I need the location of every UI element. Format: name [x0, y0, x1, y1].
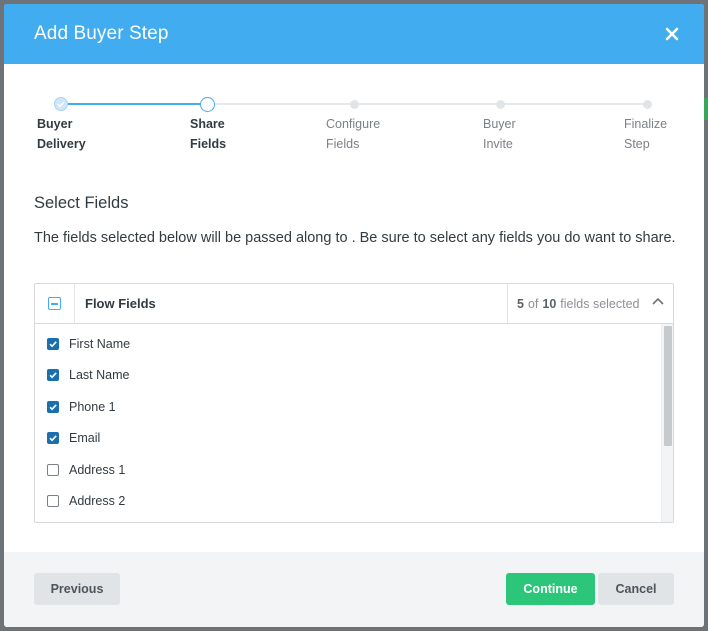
step-dot: [495, 99, 505, 109]
cancel-button[interactable]: Cancel: [598, 573, 674, 605]
field-label: First Name: [69, 337, 131, 351]
checkbox-checked[interactable]: [47, 369, 59, 381]
selected-suffix: fields selected: [560, 296, 640, 311]
field-label: Address 1: [69, 463, 126, 477]
step-label-buyer-delivery: Buyer Delivery: [37, 117, 86, 151]
background-green-strip: [704, 98, 708, 120]
step-label-configure-fields: Configure Fields: [326, 117, 381, 151]
step-dot: [349, 99, 359, 109]
step-label-buyer-invite: Buyer Invite: [483, 117, 516, 151]
selected-count-summary: 5 of 10 fields selected: [507, 284, 673, 323]
field-label: Address 2: [69, 494, 126, 508]
field-row[interactable]: Address 1: [47, 460, 125, 480]
checkbox-unchecked[interactable]: [47, 495, 59, 507]
step-label-finalize-step: Finalize Step: [624, 117, 668, 151]
field-label: Last Name: [69, 368, 130, 382]
checkbox-checked[interactable]: [47, 338, 59, 350]
checkbox-unchecked[interactable]: [47, 464, 59, 476]
step-current-dot: [200, 96, 215, 112]
progress-stepper: Buyer Delivery Share Fields Configure Field…: [4, 64, 704, 184]
add-buyer-step-modal: Add Buyer Step Buyer Delivery Share Fields…: [4, 4, 704, 627]
section-description: The fields selected below will be passed…: [34, 230, 676, 246]
field-list-scrollbar[interactable]: [661, 324, 673, 522]
flow-fields-panel: Flow Fields 5 of 10 fields selected Firs…: [34, 283, 674, 523]
checkbox-checked[interactable]: [47, 432, 59, 444]
step-connector: [504, 103, 648, 105]
step-dot: [642, 99, 652, 109]
field-row[interactable]: Phone 1: [47, 397, 116, 417]
fields-panel-header: Flow Fields 5 of 10 fields selected: [35, 284, 673, 324]
select-all-cell: [35, 284, 75, 323]
field-row[interactable]: Email: [47, 428, 100, 448]
field-row[interactable]: Address 2: [47, 491, 125, 511]
step-label-share-fields: Share Fields: [190, 117, 227, 151]
check-icon: [54, 97, 68, 111]
modal-title: Add Buyer Step: [34, 23, 169, 44]
checkbox-checked[interactable]: [47, 401, 59, 413]
continue-button[interactable]: Continue: [506, 573, 595, 605]
select-all-checkbox[interactable]: [48, 297, 61, 310]
of-text: of: [527, 296, 539, 311]
fields-panel-title: Flow Fields: [85, 296, 156, 311]
field-row[interactable]: First Name: [47, 334, 130, 354]
field-list: First Name Last Name Phone 1 Email Addre…: [35, 324, 673, 522]
total-count: 10: [542, 296, 557, 311]
step-connector-done: [61, 103, 207, 105]
step-connector: [214, 103, 356, 105]
previous-button[interactable]: Previous: [34, 573, 120, 605]
section-title: Select Fields: [34, 194, 129, 212]
field-label: Email: [69, 431, 101, 445]
field-row[interactable]: Last Name: [47, 365, 129, 385]
field-label: Phone 1: [69, 400, 116, 414]
step-connector: [358, 103, 502, 105]
close-icon[interactable]: [662, 24, 682, 44]
modal-footer: Previous Continue Cancel: [4, 552, 704, 627]
selected-count: 5: [517, 296, 524, 311]
chevron-up-icon[interactable]: [652, 297, 664, 305]
scrollbar-thumb[interactable]: [664, 326, 672, 446]
modal-header: Add Buyer Step: [4, 4, 704, 64]
